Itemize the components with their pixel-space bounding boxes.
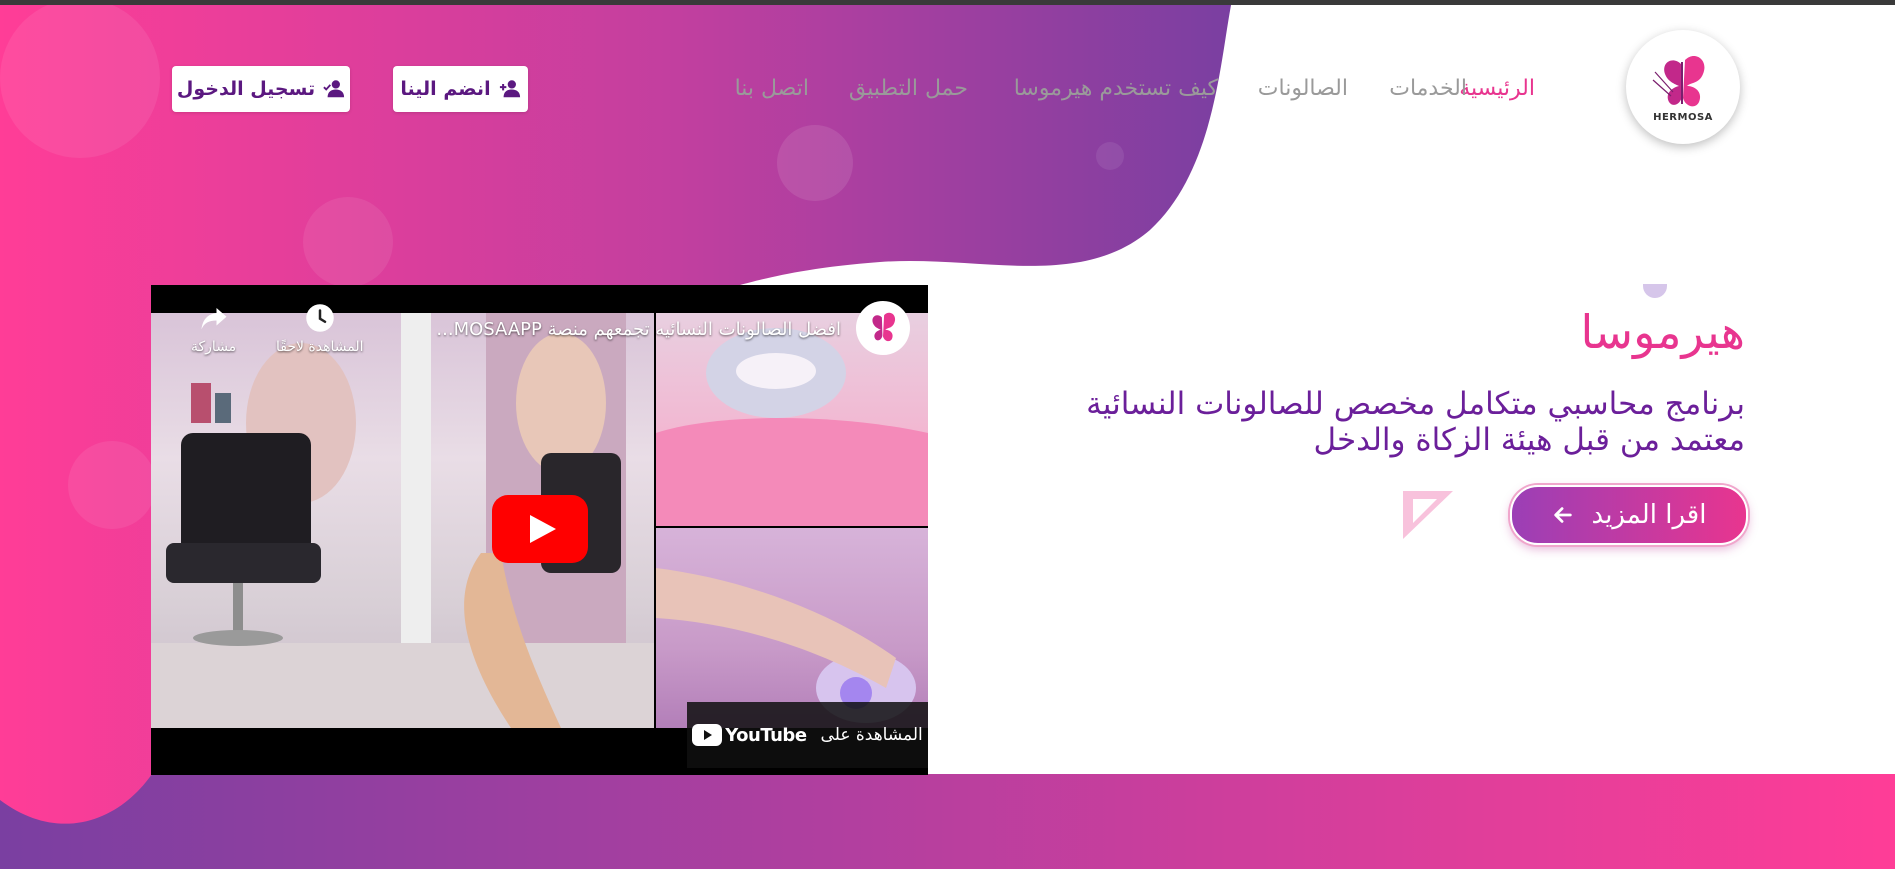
hero-subtitle: برنامج محاسبي متكامل مخصص للصالونات النس… <box>1086 386 1745 458</box>
decorative-triangle <box>1403 491 1453 539</box>
hero-title: هيرموسا <box>1580 305 1745 359</box>
hero-subtitle-line-2: معتمد من قبل هيئة الزكاة والدخل <box>1313 422 1745 458</box>
share-label: مشاركة <box>191 339 237 355</box>
login-button[interactable]: تسجيل الدخول <box>172 66 350 112</box>
watch-on-label: المشاهدة على <box>820 725 923 745</box>
window-top-strip <box>0 0 1895 5</box>
arrow-left-icon <box>1553 507 1572 523</box>
read-more-label: اقرا المزيد <box>1591 500 1707 530</box>
join-label: انضم الينا <box>400 78 491 100</box>
share-button[interactable]: مشاركة <box>191 303 236 355</box>
butterfly-logo-icon <box>872 312 896 342</box>
logo-text: HERMOSA <box>1653 111 1713 123</box>
watch-later-label: المشاهدة لاحقًا <box>276 339 364 355</box>
youtube-label: YouTube <box>725 724 807 746</box>
nav-how-to-use[interactable]: كيف تستخدم هيرموسا <box>1014 76 1218 101</box>
nav-salons[interactable]: الصالونات <box>1258 76 1348 101</box>
nav-services[interactable]: الخدمات <box>1389 76 1467 101</box>
nav-download-app[interactable]: حمل التطبيق <box>849 76 968 101</box>
read-more-button[interactable]: اقرا المزيد <box>1510 485 1748 545</box>
youtube-video-embed[interactable]: افضل الصالونات النسائيه تجمعهم منصة MOSA… <box>151 285 928 775</box>
user-check-icon <box>323 80 345 98</box>
youtube-play-icon <box>692 724 723 746</box>
join-button[interactable]: انضم الينا <box>393 66 528 112</box>
nav-home[interactable]: الرئيسية <box>1459 76 1535 101</box>
site-logo[interactable]: HERMOSA <box>1626 30 1740 144</box>
user-plus-icon <box>499 80 520 98</box>
channel-avatar[interactable] <box>856 301 910 355</box>
video-title[interactable]: افضل الصالونات النسائيه تجمعهم منصة MOSA… <box>436 319 841 340</box>
thumbnail-treatment-scene <box>656 528 928 728</box>
watch-later-button[interactable]: المشاهدة لاحقًا <box>276 303 364 355</box>
watch-on-youtube-button[interactable]: المشاهدة على YouTube <box>687 702 928 768</box>
login-label: تسجيل الدخول <box>176 78 316 100</box>
hero-subtitle-line-1: برنامج محاسبي متكامل مخصص للصالونات النس… <box>1086 386 1745 422</box>
youtube-logo: YouTube <box>692 724 807 746</box>
clock-icon <box>306 304 334 332</box>
page: HERMOSA الرئيسية الخدمات الصالونات كيف ت… <box>0 0 1895 869</box>
butterfly-logo-icon <box>1652 55 1705 106</box>
nav-contact[interactable]: اتصل بنا <box>735 76 809 101</box>
share-icon <box>201 308 227 330</box>
play-icon[interactable] <box>492 495 588 563</box>
